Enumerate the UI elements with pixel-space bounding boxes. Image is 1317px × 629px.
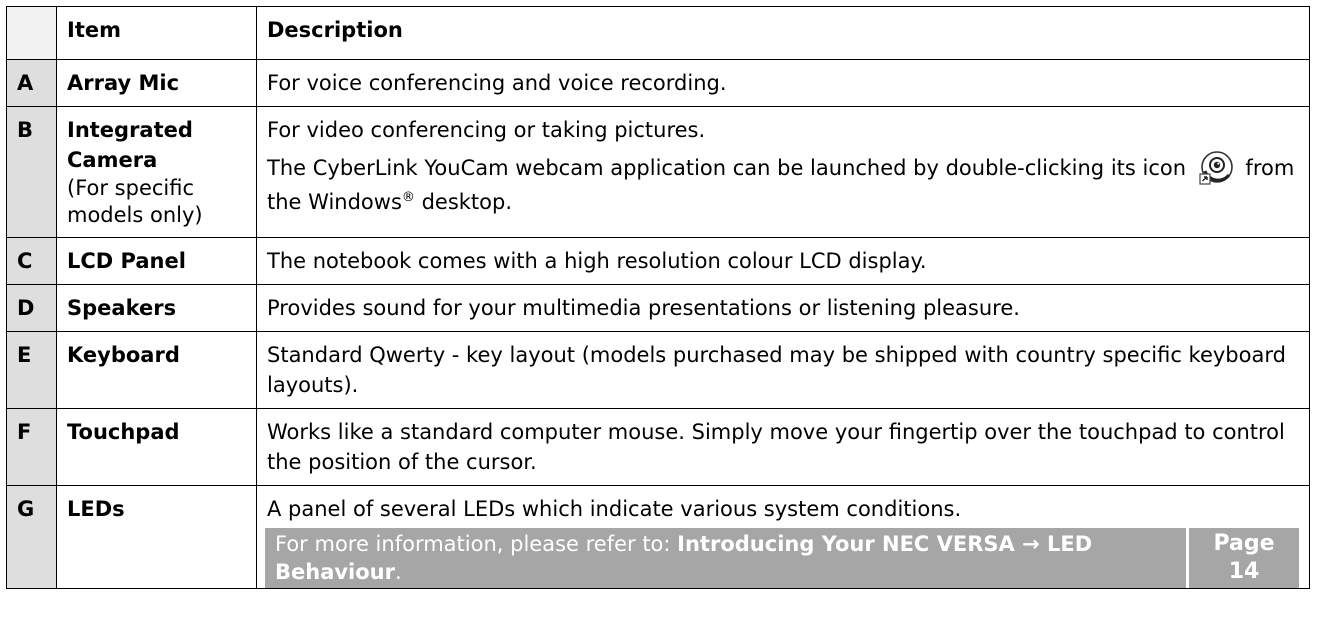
table-row: B Integrated Camera (For specific models…: [6, 106, 1310, 238]
desc-line: For video conferencing or taking picture…: [267, 118, 706, 142]
row-letter: B: [6, 106, 57, 238]
row-letter: C: [6, 237, 57, 285]
note-text: For more information, please refer to: I…: [265, 528, 1189, 588]
row-item: LEDs: [56, 485, 257, 589]
row-letter: F: [6, 408, 57, 486]
table-row: A Array Mic For voice conferencing and v…: [6, 59, 1310, 107]
table-row: F Touchpad Works like a standard compute…: [6, 408, 1310, 486]
row-description: Standard Qwerty - key layout (models pur…: [256, 331, 1310, 409]
table-row: G LEDs A panel of several LEDs which ind…: [6, 485, 1310, 589]
page-number: 14: [1228, 559, 1260, 584]
row-description: For voice conferencing and voice recordi…: [256, 59, 1310, 107]
row-item: Array Mic: [56, 59, 257, 107]
page-label: Page: [1213, 531, 1275, 556]
table-header-row: Item Description: [6, 6, 1310, 60]
table-row: E Keyboard Standard Qwerty - key layout …: [6, 331, 1310, 409]
row-description: Works like a standard computer mouse. Si…: [256, 408, 1310, 486]
row-item: Touchpad: [56, 408, 257, 486]
desc-line: A panel of several LEDs which indicate v…: [267, 497, 962, 521]
row-item-subtitle: (For specific models only): [67, 176, 203, 227]
desc-text: desktop.: [421, 190, 513, 214]
note-prefix: For more information, please refer to:: [275, 532, 671, 556]
component-table: Item Description A Array Mic For voice c…: [6, 6, 1310, 589]
header-item: Item: [56, 6, 257, 60]
table-row: D Speakers Provides sound for your multi…: [6, 284, 1310, 332]
row-item: Integrated Camera (For specific models o…: [56, 106, 257, 238]
row-item-title: Integrated Camera: [67, 118, 193, 172]
youcam-icon: [1197, 149, 1235, 187]
desc-line: The CyberLink YouCam webcam application …: [267, 149, 1299, 217]
row-item: LCD Panel: [56, 237, 257, 285]
header-letter: [6, 6, 57, 60]
row-letter: G: [6, 485, 57, 589]
row-description: For video conferencing or taking picture…: [256, 106, 1310, 238]
row-description: A panel of several LEDs which indicate v…: [256, 485, 1310, 589]
desc-text: The CyberLink YouCam webcam application …: [267, 156, 1187, 180]
row-description: Provides sound for your multimedia prese…: [256, 284, 1310, 332]
page-reference[interactable]: Page 14: [1189, 528, 1299, 588]
table-row: C LCD Panel The notebook comes with a hi…: [6, 237, 1310, 285]
cross-reference-note: For more information, please refer to: I…: [265, 528, 1299, 588]
row-letter: A: [6, 59, 57, 107]
note-suffix: .: [395, 560, 402, 584]
row-letter: E: [6, 331, 57, 409]
row-item: Keyboard: [56, 331, 257, 409]
registered-mark: ®: [401, 190, 415, 205]
header-description: Description: [256, 6, 1310, 60]
row-letter: D: [6, 284, 57, 332]
row-description: The notebook comes with a high resolutio…: [256, 237, 1310, 285]
row-item: Speakers: [56, 284, 257, 332]
